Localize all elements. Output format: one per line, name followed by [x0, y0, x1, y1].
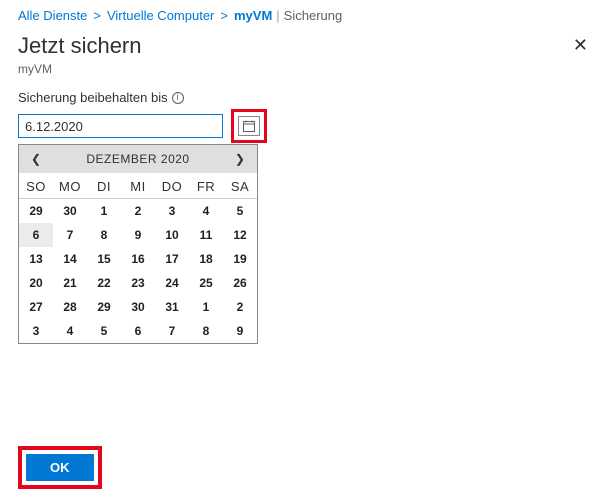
- calendar-day[interactable]: 18: [189, 247, 223, 271]
- ok-button[interactable]: OK: [26, 454, 94, 481]
- info-icon[interactable]: i: [172, 92, 184, 104]
- calendar-dow: SO: [19, 173, 53, 199]
- breadcrumb-separator: >: [93, 8, 101, 23]
- calendar-day[interactable]: 30: [121, 295, 155, 319]
- calendar-day[interactable]: 17: [155, 247, 189, 271]
- calendar-day[interactable]: 28: [53, 295, 87, 319]
- calendar-day[interactable]: 8: [87, 223, 121, 247]
- page-subtitle: myVM: [0, 62, 612, 90]
- calendar-day[interactable]: 6: [121, 319, 155, 343]
- calendar-day[interactable]: 23: [121, 271, 155, 295]
- calendar-day[interactable]: 24: [155, 271, 189, 295]
- calendar-day[interactable]: 5: [87, 319, 121, 343]
- calendar-day[interactable]: 13: [19, 247, 53, 271]
- calendar-dow: DO: [155, 173, 189, 199]
- calendar-day[interactable]: 29: [19, 199, 53, 224]
- calendar-day[interactable]: 22: [87, 271, 121, 295]
- calendar-dow: DI: [87, 173, 121, 199]
- calendar-day[interactable]: 7: [155, 319, 189, 343]
- breadcrumb-pipe: |: [274, 8, 281, 23]
- calendar-day[interactable]: 21: [53, 271, 87, 295]
- calendar-day[interactable]: 4: [53, 319, 87, 343]
- breadcrumb-vm-name: myVM: [234, 8, 272, 23]
- highlight-calendar-button: [231, 109, 267, 143]
- calendar-dow: MO: [53, 173, 87, 199]
- calendar-day[interactable]: 30: [53, 199, 87, 224]
- calendar-day[interactable]: 9: [121, 223, 155, 247]
- retain-until-input[interactable]: [18, 114, 223, 138]
- calendar-day[interactable]: 1: [189, 295, 223, 319]
- highlight-ok-button: OK: [18, 446, 102, 489]
- calendar-day[interactable]: 14: [53, 247, 87, 271]
- breadcrumb: Alle Dienste > Virtuelle Computer > myVM…: [0, 0, 612, 27]
- calendar-grid: SOMODIMIDOFRSA 2930123456789101112131415…: [19, 173, 257, 343]
- calendar-dow: SA: [223, 173, 257, 199]
- calendar-day[interactable]: 12: [223, 223, 257, 247]
- calendar-day[interactable]: 7: [53, 223, 87, 247]
- breadcrumb-virtual-computers[interactable]: Virtuelle Computer: [107, 8, 214, 23]
- page-title: Jetzt sichern: [18, 33, 142, 59]
- calendar-day[interactable]: 8: [189, 319, 223, 343]
- calendar-day[interactable]: 26: [223, 271, 257, 295]
- open-calendar-button[interactable]: [238, 116, 260, 136]
- breadcrumb-separator: >: [220, 8, 228, 23]
- calendar-day[interactable]: 4: [189, 199, 223, 224]
- next-month-button[interactable]: ❯: [231, 150, 249, 168]
- calendar-day[interactable]: 31: [155, 295, 189, 319]
- calendar-day[interactable]: 25: [189, 271, 223, 295]
- calendar-day[interactable]: 27: [19, 295, 53, 319]
- calendar-month-label: DEZEMBER 2020: [86, 152, 189, 166]
- breadcrumb-all-services[interactable]: Alle Dienste: [18, 8, 87, 23]
- calendar-day[interactable]: 5: [223, 199, 257, 224]
- calendar-day[interactable]: 11: [189, 223, 223, 247]
- calendar-day[interactable]: 19: [223, 247, 257, 271]
- date-picker-popup: ❮ DEZEMBER 2020 ❯ SOMODIMIDOFRSA 2930123…: [18, 144, 258, 344]
- calendar-day[interactable]: 16: [121, 247, 155, 271]
- calendar-icon: [243, 120, 255, 132]
- prev-month-button[interactable]: ❮: [27, 150, 45, 168]
- calendar-day[interactable]: 29: [87, 295, 121, 319]
- retain-until-label: Sicherung beibehalten bis i: [0, 90, 612, 109]
- breadcrumb-current[interactable]: myVM | Sicherung: [234, 8, 342, 23]
- calendar-day[interactable]: 9: [223, 319, 257, 343]
- calendar-day[interactable]: 3: [155, 199, 189, 224]
- calendar-day[interactable]: 6: [19, 223, 53, 247]
- calendar-dow: MI: [121, 173, 155, 199]
- calendar-day[interactable]: 2: [121, 199, 155, 224]
- close-icon[interactable]: ✕: [567, 29, 594, 62]
- calendar-day[interactable]: 1: [87, 199, 121, 224]
- calendar-dow: FR: [189, 173, 223, 199]
- calendar-day[interactable]: 2: [223, 295, 257, 319]
- calendar-day[interactable]: 15: [87, 247, 121, 271]
- calendar-day[interactable]: 20: [19, 271, 53, 295]
- breadcrumb-section: Sicherung: [284, 8, 343, 23]
- calendar-day[interactable]: 10: [155, 223, 189, 247]
- calendar-day[interactable]: 3: [19, 319, 53, 343]
- retain-until-label-text: Sicherung beibehalten bis: [18, 90, 168, 105]
